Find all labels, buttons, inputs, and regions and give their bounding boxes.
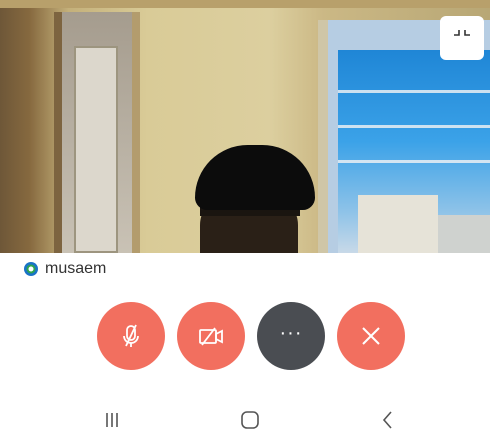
participant-label: musaem — [23, 258, 106, 280]
mute-button[interactable] — [97, 302, 165, 370]
back-icon — [382, 411, 392, 429]
call-controls: ··· — [0, 302, 490, 372]
presence-icon — [24, 262, 38, 276]
video-toggle-button[interactable] — [177, 302, 245, 370]
minimize-icon — [454, 30, 470, 36]
more-icon: ··· — [279, 322, 303, 344]
more-options-button[interactable]: ··· — [257, 302, 325, 370]
window-left — [54, 12, 140, 253]
close-icon — [362, 327, 380, 345]
video-off-icon — [199, 327, 223, 346]
recents-icon — [106, 413, 118, 427]
home-button[interactable] — [220, 400, 280, 440]
recents-button[interactable] — [82, 400, 142, 440]
minimize-button[interactable] — [440, 16, 484, 60]
remote-video-feed — [0, 0, 490, 253]
back-button[interactable] — [358, 400, 418, 440]
system-navigation-bar — [0, 400, 490, 446]
microphone-off-icon — [123, 324, 139, 347]
home-icon — [241, 411, 259, 429]
participant-name: musaem — [45, 260, 107, 277]
end-call-button[interactable] — [337, 302, 405, 370]
